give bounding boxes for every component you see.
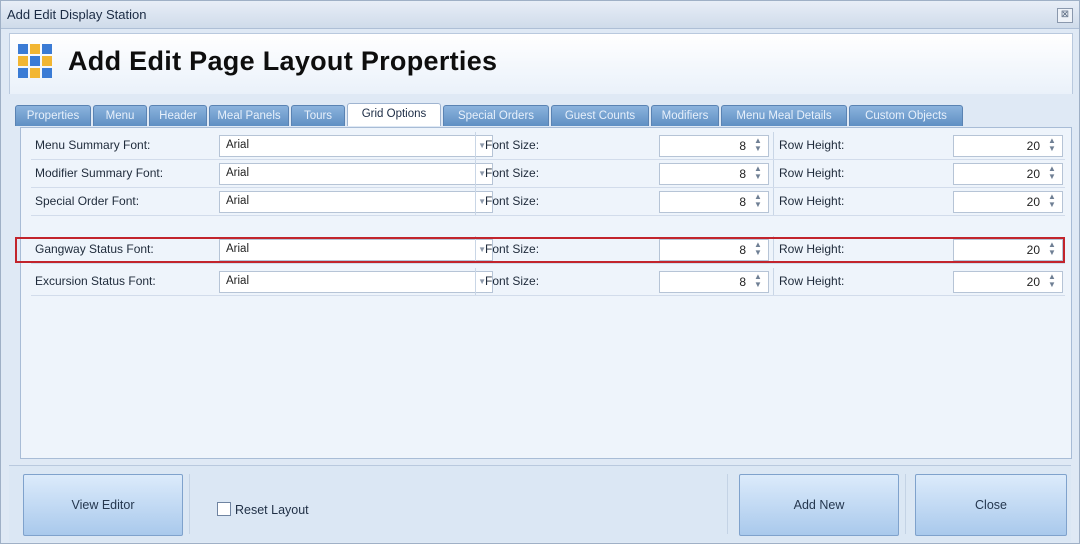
column-divider bbox=[475, 188, 476, 216]
spin-arrows-icon[interactable]: ▲ ▼ bbox=[753, 273, 763, 289]
row-height-stepper[interactable]: 20 ▲ ▼ bbox=[953, 191, 1063, 213]
row-label: Excursion Status Font: bbox=[35, 274, 156, 288]
row-height-value: 20 bbox=[1026, 195, 1040, 209]
tab-meal-panels[interactable]: Meal Panels bbox=[209, 105, 289, 126]
row-height-stepper[interactable]: 20 ▲ ▼ bbox=[953, 163, 1063, 185]
column-divider bbox=[773, 188, 774, 216]
tab-special-orders[interactable]: Special Orders bbox=[443, 105, 549, 126]
grid-row-special-order: Special Order Font: Arial ▼ Font Size: 8… bbox=[31, 188, 1065, 216]
font-size-value: 8 bbox=[739, 167, 746, 181]
row-height-label: Row Height: bbox=[779, 194, 845, 208]
font-size-value: 8 bbox=[739, 139, 746, 153]
close-icon[interactable]: ⊠ bbox=[1057, 8, 1073, 23]
footer-divider bbox=[189, 474, 190, 534]
tab-tours[interactable]: Tours bbox=[291, 105, 345, 126]
tab-header[interactable]: Header bbox=[149, 105, 207, 126]
row-label: Special Order Font: bbox=[35, 194, 140, 208]
font-select[interactable]: Arial ▼ bbox=[219, 135, 493, 157]
column-divider bbox=[475, 132, 476, 160]
row-separator bbox=[31, 295, 1065, 296]
tab-menu-meal-details[interactable]: Menu Meal Details bbox=[721, 105, 847, 126]
font-size-label: Font Size: bbox=[485, 194, 540, 208]
row-height-label: Row Height: bbox=[779, 274, 845, 288]
footer-bar: View Editor Reset Layout Add New Close bbox=[9, 465, 1071, 542]
checkbox-icon[interactable] bbox=[217, 502, 231, 516]
font-select[interactable]: Arial ▼ bbox=[219, 163, 493, 185]
reset-layout-checkbox[interactable]: Reset Layout bbox=[217, 502, 309, 517]
column-divider bbox=[475, 268, 476, 296]
font-value: Arial bbox=[226, 139, 250, 151]
grid-row-modifier-summary: Modifier Summary Font: Arial ▼ Font Size… bbox=[31, 160, 1065, 188]
row-label: Menu Summary Font: bbox=[35, 138, 151, 152]
grid-row-menu-summary: Menu Summary Font: Arial ▼ Font Size: 8 … bbox=[31, 132, 1065, 160]
font-select[interactable]: Arial ▼ bbox=[219, 271, 493, 293]
spin-arrows-icon[interactable]: ▲ ▼ bbox=[1047, 165, 1057, 181]
tab-modifiers[interactable]: Modifiers bbox=[651, 105, 719, 126]
row-height-stepper[interactable]: 20 ▲ ▼ bbox=[953, 135, 1063, 157]
window-title: Add Edit Display Station bbox=[7, 7, 147, 22]
reset-layout-label: Reset Layout bbox=[235, 503, 309, 517]
page-header: Add Edit Page Layout Properties bbox=[9, 33, 1073, 94]
spin-arrows-icon[interactable]: ▲ ▼ bbox=[753, 165, 763, 181]
row-label: Modifier Summary Font: bbox=[35, 166, 164, 180]
page-title: Add Edit Page Layout Properties bbox=[68, 46, 498, 76]
font-size-stepper[interactable]: 8 ▲ ▼ bbox=[659, 271, 769, 293]
font-value: Arial bbox=[226, 167, 250, 179]
row-height-label: Row Height: bbox=[779, 138, 845, 152]
font-size-stepper[interactable]: 8 ▲ ▼ bbox=[659, 163, 769, 185]
column-divider bbox=[475, 160, 476, 188]
font-select[interactable]: Arial ▼ bbox=[219, 191, 493, 213]
tab-properties[interactable]: Properties bbox=[15, 105, 91, 126]
spin-arrows-icon[interactable]: ▲ ▼ bbox=[1047, 137, 1057, 153]
view-editor-button[interactable]: View Editor bbox=[23, 474, 183, 536]
row-height-stepper[interactable]: 20 ▲ ▼ bbox=[953, 271, 1063, 293]
close-button[interactable]: Close bbox=[915, 474, 1067, 536]
column-divider bbox=[773, 160, 774, 188]
grid-row-excursion-status: Excursion Status Font: Arial ▼ Font Size… bbox=[31, 268, 1065, 296]
spin-arrows-icon[interactable]: ▲ ▼ bbox=[1047, 193, 1057, 209]
spin-arrows-icon[interactable]: ▲ ▼ bbox=[1047, 273, 1057, 289]
title-bar: Add Edit Display Station ⊠ bbox=[1, 1, 1079, 29]
row-separator bbox=[31, 263, 1065, 264]
dialog-window: Add Edit Display Station ⊠ Add Edit Page… bbox=[0, 0, 1080, 544]
font-size-label: Font Size: bbox=[485, 138, 540, 152]
grid-options-panel: Menu Summary Font: Arial ▼ Font Size: 8 … bbox=[20, 127, 1072, 459]
tab-grid-options[interactable]: Grid Options bbox=[347, 103, 441, 126]
font-size-label: Font Size: bbox=[485, 166, 540, 180]
tab-guest-counts[interactable]: Guest Counts bbox=[551, 105, 649, 126]
grid-layout-icon bbox=[18, 44, 52, 78]
spin-arrows-icon[interactable]: ▲ ▼ bbox=[753, 193, 763, 209]
spin-arrows-icon[interactable]: ▲ ▼ bbox=[753, 137, 763, 153]
font-size-value: 8 bbox=[739, 275, 746, 289]
row-height-label: Row Height: bbox=[779, 166, 845, 180]
row-separator bbox=[31, 215, 1065, 216]
tab-menu[interactable]: Menu bbox=[93, 105, 147, 126]
font-size-stepper[interactable]: 8 ▲ ▼ bbox=[659, 191, 769, 213]
font-size-stepper[interactable]: 8 ▲ ▼ bbox=[659, 135, 769, 157]
highlight-box bbox=[15, 237, 1065, 263]
column-divider bbox=[773, 268, 774, 296]
row-height-value: 20 bbox=[1026, 167, 1040, 181]
tab-custom-objects[interactable]: Custom Objects bbox=[849, 105, 963, 126]
row-height-value: 20 bbox=[1026, 139, 1040, 153]
column-divider bbox=[773, 132, 774, 160]
font-value: Arial bbox=[226, 195, 250, 207]
row-height-value: 20 bbox=[1026, 275, 1040, 289]
font-size-label: Font Size: bbox=[485, 274, 540, 288]
font-size-value: 8 bbox=[739, 195, 746, 209]
footer-divider bbox=[727, 474, 728, 534]
add-new-button[interactable]: Add New bbox=[739, 474, 899, 536]
footer-divider bbox=[905, 474, 906, 534]
font-value: Arial bbox=[226, 275, 250, 287]
tab-strip: Properties Menu Header Meal Panels Tours… bbox=[15, 103, 1071, 127]
